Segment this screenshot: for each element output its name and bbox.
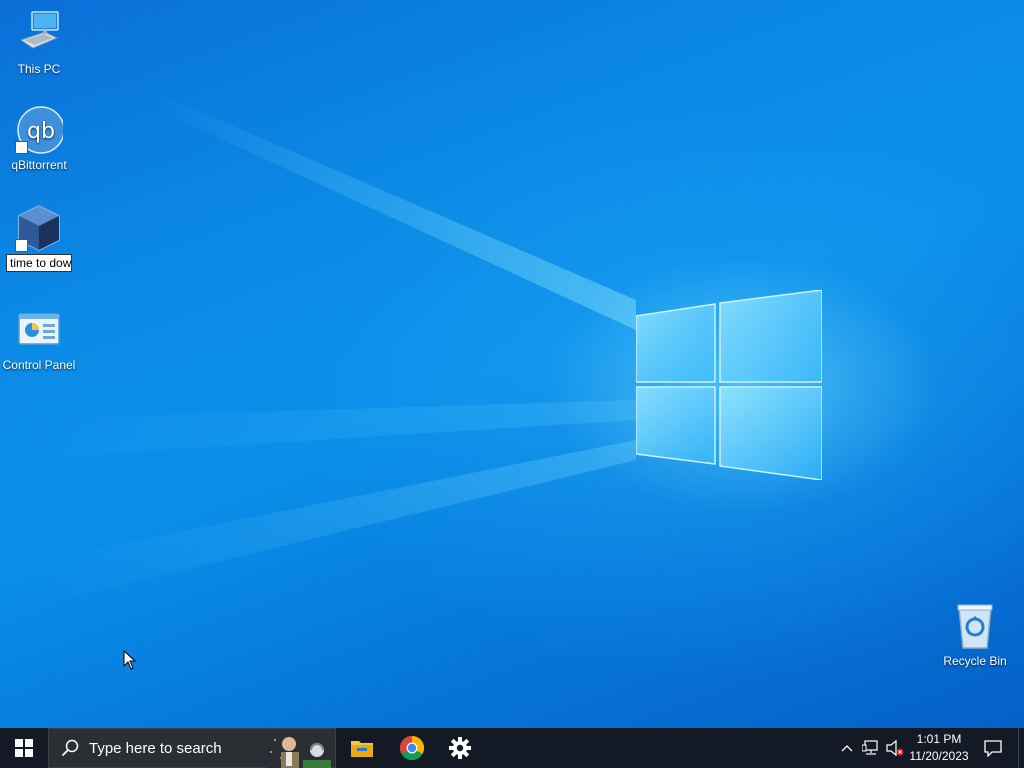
mouse-pointer-icon xyxy=(123,650,137,670)
search-input[interactable]: Type here to search xyxy=(48,728,336,768)
control-panel-icon xyxy=(15,306,63,354)
file-explorer-icon xyxy=(351,741,373,757)
clock-date: 11/20/2023 xyxy=(909,749,969,763)
desktop-icon-this-pc[interactable]: This PC xyxy=(0,10,78,76)
volume-muted-icon xyxy=(886,740,904,756)
show-desktop-button[interactable] xyxy=(1018,728,1024,768)
start-button[interactable] xyxy=(0,728,48,768)
desktop-icon-label: This PC xyxy=(17,62,61,76)
svg-text:qb: qb xyxy=(27,119,55,144)
recycle-bin-icon xyxy=(951,602,999,650)
network-icon xyxy=(862,740,878,755)
network-button[interactable] xyxy=(860,728,882,768)
desktop-icon-label: Recycle Bin xyxy=(943,654,1007,668)
action-center-button[interactable] xyxy=(978,728,1008,768)
wallpaper-light-beams xyxy=(0,90,636,600)
taskbar: Type here to search 1:01 PM 11/20/2023 xyxy=(0,728,1024,768)
chevron-up-icon xyxy=(841,745,853,752)
desktop-icon-virtualbox[interactable]: time to dow xyxy=(0,204,78,275)
rename-input[interactable]: time to dow xyxy=(6,254,72,272)
shortcut-arrow-icon xyxy=(15,141,28,154)
search-highlight-image xyxy=(267,730,331,768)
settings-gear-icon xyxy=(449,737,471,759)
windows-start-icon xyxy=(15,739,33,757)
desktop[interactable]: This PC qb qBittorrent time to dow Contr… xyxy=(0,0,1024,728)
virtualbox-icon xyxy=(15,204,63,252)
clock-button[interactable]: 1:01 PM 11/20/2023 xyxy=(906,731,972,765)
windows-logo xyxy=(636,290,822,480)
volume-button[interactable] xyxy=(884,728,906,768)
notification-icon xyxy=(984,740,1002,757)
desktop-icon-control-panel[interactable]: Control Panel xyxy=(0,306,78,372)
desktop-icon-qbittorrent[interactable]: qb qBittorrent xyxy=(0,106,78,172)
clock-time: 1:01 PM xyxy=(916,732,962,746)
computer-icon xyxy=(15,10,63,58)
search-placeholder: Type here to search xyxy=(89,739,222,757)
qbittorrent-icon: qb xyxy=(15,106,65,154)
desktop-icon-label: qBittorrent xyxy=(11,158,67,172)
search-icon xyxy=(61,739,79,757)
desktop-icon-label: Control Panel xyxy=(2,358,76,372)
shortcut-arrow-icon xyxy=(15,239,28,252)
taskbar-file-explorer[interactable] xyxy=(338,728,386,768)
taskbar-settings[interactable] xyxy=(436,728,484,768)
show-hidden-icons-button[interactable] xyxy=(838,728,856,768)
desktop-icon-recycle-bin[interactable]: Recycle Bin xyxy=(936,602,1014,668)
chrome-icon xyxy=(400,736,424,760)
taskbar-chrome[interactable] xyxy=(388,728,436,768)
